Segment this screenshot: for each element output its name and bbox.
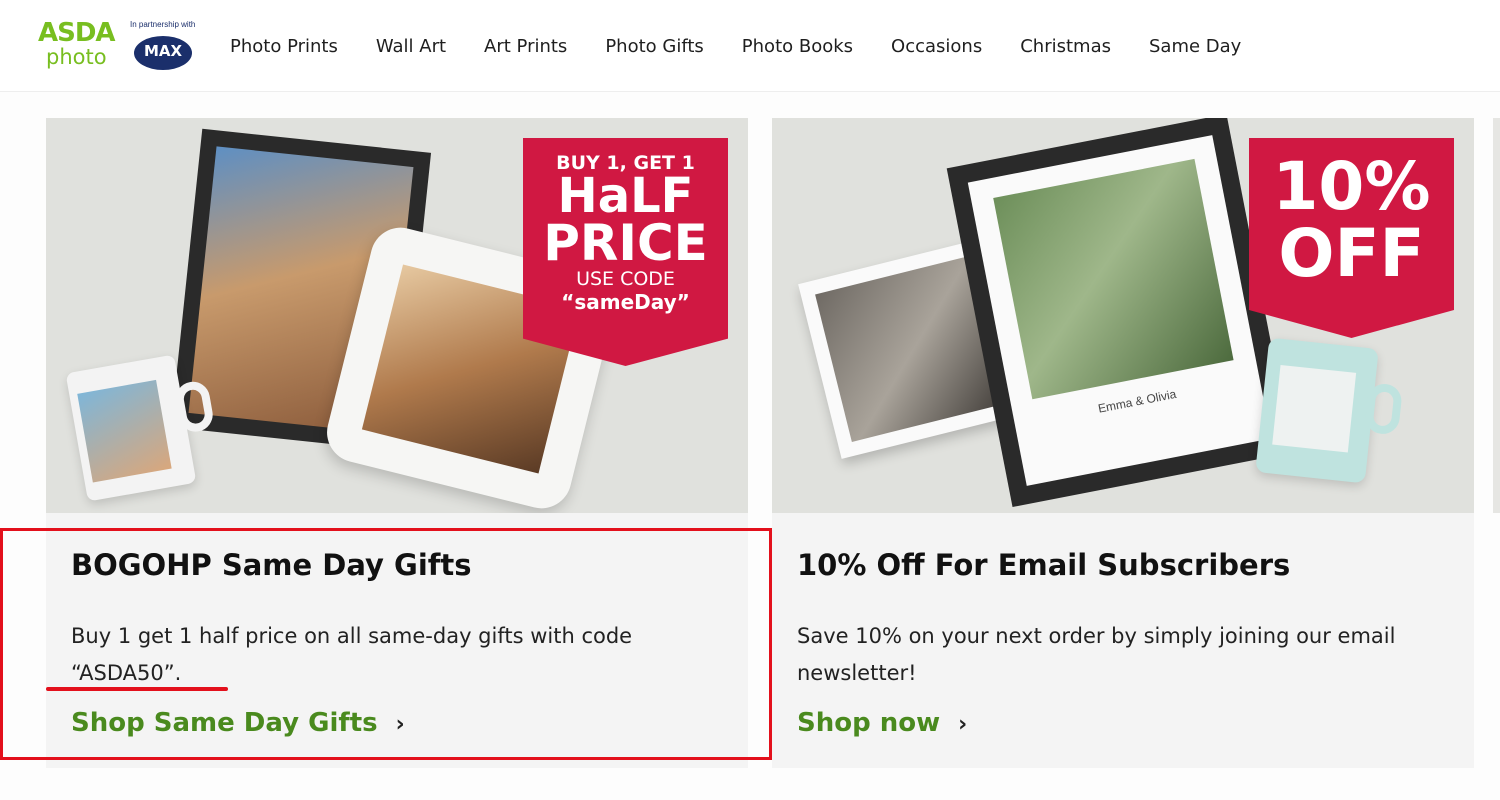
card-title: 10% Off For Email Subscribers	[797, 548, 1291, 582]
nav-occasions[interactable]: Occasions	[891, 36, 982, 57]
cta-label: Shop now	[797, 708, 941, 738]
site-header: ASDA photo In partnership with MAX Photo…	[0, 0, 1500, 92]
partner-logo: In partnership with MAX	[130, 20, 200, 76]
banner-line2: HaLF	[557, 168, 694, 224]
photo-mug-teal	[1255, 337, 1404, 484]
chevron-right-icon: ›	[395, 712, 405, 737]
collage-poster: Emma & Olivia	[946, 118, 1293, 508]
next-card-edge	[1493, 118, 1500, 513]
ten-percent-off-banner: 10% OFF	[1249, 138, 1454, 338]
code-underline-annotation	[46, 687, 228, 691]
photo-mug	[65, 354, 216, 502]
promo-image-gifts[interactable]: BUY 1, GET 1 HaLF PRICE USE CODE “sameDa…	[46, 118, 748, 513]
card-description: Buy 1 get 1 half price on all same-day g…	[71, 624, 633, 685]
half-price-banner: BUY 1, GET 1 HaLF PRICE USE CODE “sameDa…	[523, 138, 728, 366]
nav-wall-art[interactable]: Wall Art	[376, 36, 446, 57]
promo-card-email-subscribers: Emma & Olivia 10% OFF 10% Off For Email …	[772, 118, 1474, 768]
nav-same-day[interactable]: Same Day	[1149, 36, 1241, 57]
nav-photo-gifts[interactable]: Photo Gifts	[605, 36, 703, 57]
shop-same-day-gifts-link[interactable]: Shop Same Day Gifts ›	[71, 708, 405, 738]
banner-off: OFF	[1278, 215, 1425, 292]
cta-label: Shop Same Day Gifts	[71, 708, 378, 738]
chevron-right-icon: ›	[958, 712, 968, 737]
banner-line5: “sameDay”	[561, 290, 690, 314]
partner-text: In partnership with	[130, 20, 196, 29]
promo-image-photobook[interactable]: Emma & Olivia 10% OFF	[772, 118, 1474, 513]
card-description: Save 10% on your next order by simply jo…	[797, 624, 1396, 685]
nav-christmas[interactable]: Christmas	[1020, 36, 1111, 57]
banner-line3: PRICE	[543, 214, 708, 272]
logo-asda-text: ASDA	[38, 18, 116, 48]
nav-art-prints[interactable]: Art Prints	[484, 36, 567, 57]
nav-photo-prints[interactable]: Photo Prints	[230, 36, 338, 57]
nav-photo-books[interactable]: Photo Books	[742, 36, 853, 57]
main-nav: Photo Prints Wall Art Art Prints Photo G…	[230, 36, 1279, 57]
shop-now-link[interactable]: Shop now ›	[797, 708, 967, 738]
promo-card-bogohp: BUY 1, GET 1 HaLF PRICE USE CODE “sameDa…	[46, 118, 748, 768]
card-title: BOGOHP Same Day Gifts	[71, 548, 472, 582]
asda-photo-logo[interactable]: ASDA photo	[38, 20, 120, 76]
logo-photo-text: photo	[46, 45, 107, 69]
banner-percent: 10%	[1272, 148, 1431, 225]
max-logo: MAX	[134, 36, 192, 70]
